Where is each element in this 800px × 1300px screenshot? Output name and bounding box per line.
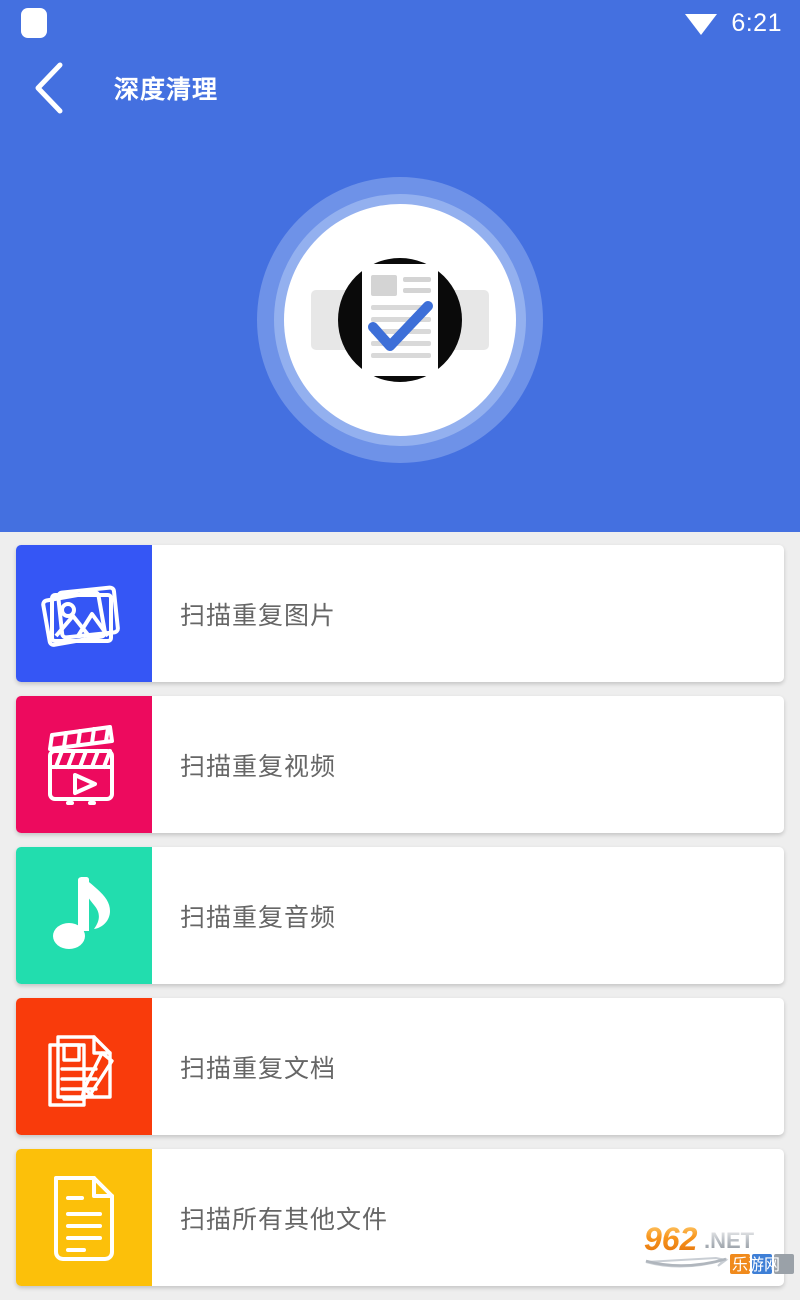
hero-illustration	[0, 155, 800, 485]
notification-placeholder-icon	[21, 8, 47, 38]
chevron-left-icon	[35, 62, 63, 114]
page-title: 深度清理	[114, 76, 219, 104]
list-item-icon-tile	[16, 847, 152, 984]
document-pen-icon	[48, 1034, 114, 1107]
scan-options-list: 扫描重复图片 扫描重复视频 扫描重复音频 扫描重复文档 扫描所有其他文件	[0, 532, 800, 1300]
list-item-icon-tile	[16, 696, 152, 833]
hero-ring-outer	[257, 177, 543, 463]
clapperboard-icon	[48, 724, 114, 805]
list-item[interactable]: 扫描所有其他文件	[16, 1149, 784, 1286]
list-item[interactable]: 扫描重复视频	[16, 696, 784, 833]
list-item[interactable]: 扫描重复图片	[16, 545, 784, 682]
list-item-label: 扫描重复视频	[180, 752, 337, 781]
back-button[interactable]	[12, 51, 86, 125]
hero-ring-inner	[284, 204, 516, 436]
list-item-label: 扫描重复图片	[180, 601, 337, 630]
list-item-label: 扫描所有其他文件	[180, 1205, 389, 1234]
status-bar: 6:21	[0, 0, 800, 46]
photos-stack-icon	[41, 585, 120, 647]
status-bar-right: 6:21	[684, 9, 782, 38]
app-header: 6:21 深度清理	[0, 0, 800, 532]
list-item-icon-tile	[16, 998, 152, 1135]
file-lines-icon	[54, 1175, 114, 1261]
list-item[interactable]: 扫描重复文档	[16, 998, 784, 1135]
scan-document-icon	[311, 258, 489, 382]
list-item-label: 扫描重复文档	[180, 1054, 337, 1083]
hero-ring-middle	[274, 194, 526, 446]
list-item[interactable]: 扫描重复音频	[16, 847, 784, 984]
list-item-label: 扫描重复音频	[180, 903, 337, 932]
app-bar: 深度清理	[0, 50, 800, 126]
list-item-icon-tile	[16, 545, 152, 682]
wifi-icon	[685, 14, 718, 35]
music-note-icon	[53, 876, 110, 949]
list-item-icon-tile	[16, 1149, 152, 1286]
status-bar-clock: 6:21	[731, 8, 782, 37]
